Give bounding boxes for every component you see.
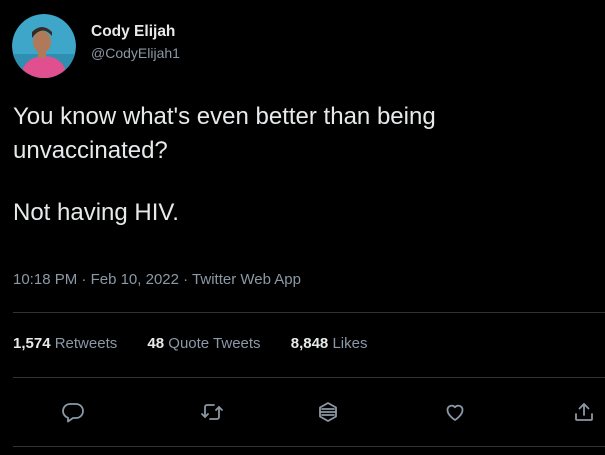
reply-icon: [62, 403, 84, 423]
tweet-text: You know what's even better than being u…: [13, 100, 588, 230]
share-icon: [575, 403, 593, 421]
tweet-date[interactable]: Feb 10, 2022: [91, 271, 179, 288]
retweet-icon: [201, 404, 223, 420]
hexagon-icon: [319, 402, 337, 422]
author-block: Cody Elijah @CodyElijah1: [91, 22, 180, 63]
retweets-label: Retweets: [54, 335, 118, 352]
retweets-count: 1,574: [13, 335, 51, 352]
likes-label: Likes: [332, 335, 368, 352]
share-button[interactable]: [566, 394, 602, 430]
divider: [13, 446, 605, 447]
quote-tweets-stat[interactable]: 48 Quote Tweets: [147, 334, 260, 354]
tweet-card: Cody Elijah @CodyElijah1 You know what's…: [0, 0, 605, 455]
quote-tweets-count: 48: [147, 335, 165, 352]
avatar-image: [12, 14, 76, 78]
author-display-name[interactable]: Cody Elijah: [91, 22, 180, 42]
meta-separator: ·: [183, 271, 189, 288]
divider: [13, 377, 605, 378]
quote-tweets-label: Quote Tweets: [168, 335, 261, 352]
tweet-actions: [0, 394, 605, 430]
retweet-button[interactable]: [194, 394, 230, 430]
avatar[interactable]: [12, 14, 76, 78]
tweet-text-line-2: unvaccinated?: [13, 137, 168, 164]
reply-button[interactable]: [55, 394, 91, 430]
like-button[interactable]: [437, 394, 473, 430]
tweet-source-app[interactable]: Twitter Web App: [192, 271, 301, 288]
tweet-meta: 10:18 PM · Feb 10, 2022 · Twitter Web Ap…: [13, 270, 301, 290]
tweet-text-line-3: Not having HIV.: [13, 199, 179, 226]
author-handle[interactable]: @CodyElijah1: [91, 44, 180, 63]
tweet-text-line-1: You know what's even better than being: [13, 103, 436, 130]
retweets-stat[interactable]: 1,574 Retweets: [13, 334, 117, 354]
meta-separator: ·: [81, 271, 87, 288]
likes-stat[interactable]: 8,848 Likes: [291, 334, 368, 354]
likes-count: 8,848: [290, 335, 329, 352]
heart-icon: [446, 404, 464, 421]
tweet-stats: 1,574 Retweets 48 Quote Tweets 8,848 Lik…: [13, 334, 393, 354]
tweet-time[interactable]: 10:18 PM: [13, 271, 77, 288]
divider: [13, 312, 605, 313]
hexagon-button[interactable]: [310, 394, 346, 430]
